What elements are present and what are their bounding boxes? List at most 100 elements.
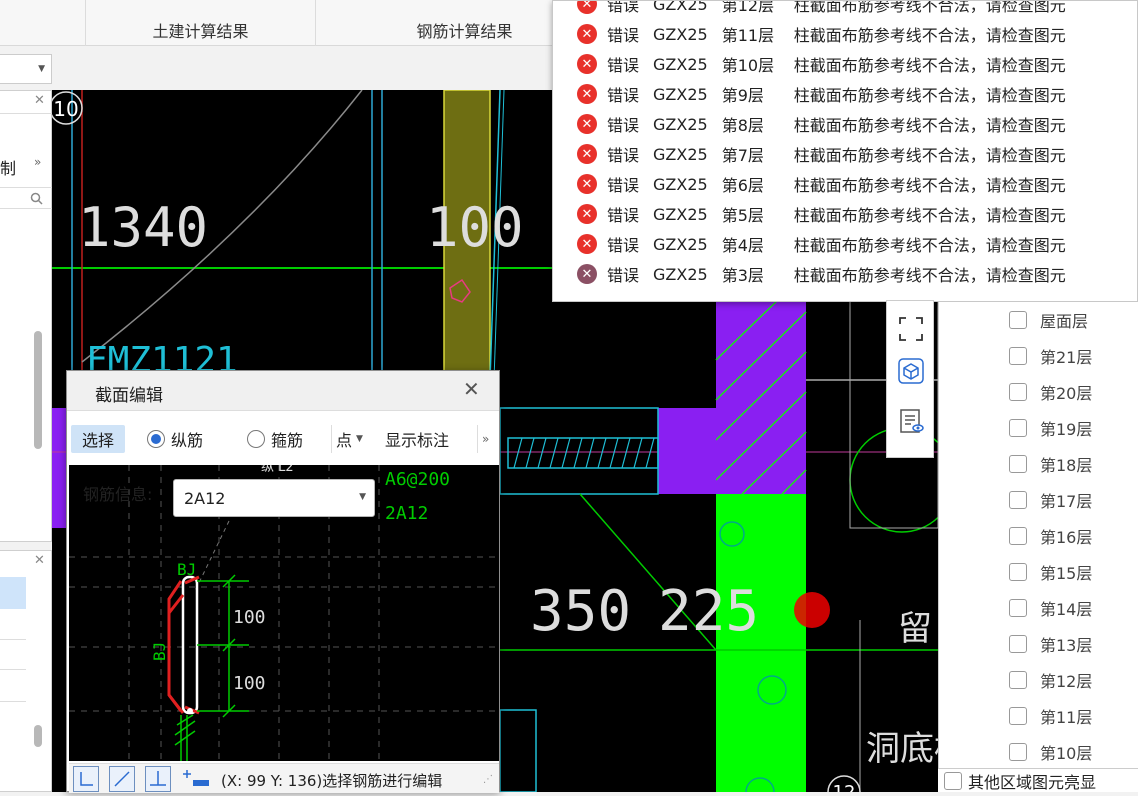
floor-label: 第19层 bbox=[1040, 420, 1093, 439]
close-icon[interactable]: ✕ bbox=[34, 93, 45, 108]
floor-checkbox[interactable] bbox=[1009, 743, 1027, 761]
floor-item[interactable]: 第12层 bbox=[1009, 668, 1092, 692]
highlight-other-areas[interactable]: 其他区域图元亮显 bbox=[938, 768, 1138, 792]
message-row[interactable]: ✕ 错误 GZX25 第4层 柱截面布筋参考线不合法，请检查图元 bbox=[577, 229, 1080, 259]
message-row[interactable]: ✕ 错误 GZX25 第3层 柱截面布筋参考线不合法，请检查图元 bbox=[577, 259, 1080, 289]
error-icon: ✕ bbox=[577, 174, 597, 194]
floor-checkbox[interactable] bbox=[1009, 311, 1027, 329]
floor-label: 第20层 bbox=[1040, 384, 1093, 403]
corner-snap-icon[interactable] bbox=[73, 766, 99, 792]
list-item-selected[interactable] bbox=[0, 577, 26, 609]
floor-item[interactable]: 第20层 bbox=[1009, 380, 1092, 404]
dim-1340: 1340 bbox=[78, 196, 208, 259]
error-icon: ✕ bbox=[577, 144, 597, 164]
floor-item[interactable]: 第10层 bbox=[1009, 740, 1092, 764]
floor-checkbox[interactable] bbox=[1009, 419, 1027, 437]
error-icon: ✕ bbox=[577, 24, 597, 44]
message-row[interactable]: ✕ 错误 GZX25 第12层 柱截面布筋参考线不合法，请检查图元 bbox=[577, 0, 1080, 19]
message-row[interactable]: ✕ 错误 GZX25 第11层 柱截面布筋参考线不合法，请检查图元 bbox=[577, 19, 1080, 49]
message-row[interactable]: ✕ 错误 GZX25 第9层 柱截面布筋参考线不合法，请检查图元 bbox=[577, 79, 1080, 109]
message-row[interactable]: ✕ 错误 GZX25 第8层 柱截面布筋参考线不合法，请检查图元 bbox=[577, 109, 1080, 139]
error-icon: ✕ bbox=[577, 114, 597, 134]
tab-civil-label: 土建计算结果 bbox=[152, 22, 249, 41]
more-icon[interactable]: » bbox=[477, 425, 489, 453]
floor-checkbox[interactable] bbox=[1009, 527, 1027, 545]
message-level: 错误 bbox=[607, 56, 640, 75]
show-label-button[interactable]: 显示标注 bbox=[385, 425, 449, 453]
tab-partial[interactable] bbox=[0, 0, 86, 46]
expand-icon[interactable]: » bbox=[34, 155, 41, 169]
rebar-info-value: 2A12 bbox=[184, 488, 226, 508]
message-id: GZX25 bbox=[653, 234, 708, 254]
floor-checkbox[interactable] bbox=[1009, 347, 1027, 365]
message-id: GZX25 bbox=[653, 84, 708, 104]
dialog-title: 截面编辑 bbox=[95, 386, 163, 406]
rebar-info-select[interactable]: 2A12 ▼ bbox=[173, 479, 375, 517]
floor-checkbox[interactable] bbox=[1009, 707, 1027, 725]
close-icon[interactable]: ✕ bbox=[463, 377, 480, 401]
message-level: 错误 bbox=[607, 146, 640, 165]
message-level: 错误 bbox=[607, 266, 640, 285]
bj-top-label: BJ bbox=[177, 560, 196, 579]
floor-item[interactable]: 第21层 bbox=[1009, 344, 1092, 368]
message-row[interactable]: ✕ 错误 GZX25 第6层 柱截面布筋参考线不合法，请检查图元 bbox=[577, 169, 1080, 199]
fullscreen-icon[interactable] bbox=[895, 313, 927, 345]
floor-item[interactable]: 屋面层 bbox=[1009, 308, 1088, 332]
floor-checkbox[interactable] bbox=[1009, 455, 1027, 473]
floor-item[interactable]: 第15层 bbox=[1009, 560, 1092, 584]
message-floor: 第10层 bbox=[721, 56, 775, 75]
floor-checkbox[interactable] bbox=[1009, 491, 1027, 509]
left-panel-lower: ✕ bbox=[0, 550, 52, 792]
floor-checkbox[interactable] bbox=[1009, 671, 1027, 689]
radio-stirrup[interactable]: 箍筋 bbox=[247, 425, 303, 453]
floor-item[interactable]: 第14层 bbox=[1009, 596, 1092, 620]
floor-item[interactable]: 第11层 bbox=[1009, 704, 1092, 728]
message-level: 错误 bbox=[607, 26, 640, 45]
perpendicular-icon[interactable] bbox=[145, 766, 171, 792]
dialog-titlebar[interactable]: 截面编辑 ✕ bbox=[67, 371, 499, 411]
message-text: 柱截面布筋参考线不合法，请检查图元 bbox=[793, 56, 1066, 75]
floor-item[interactable]: 第19层 bbox=[1009, 416, 1092, 440]
floor-checkbox[interactable] bbox=[1009, 635, 1027, 653]
message-row[interactable]: ✕ 错误 GZX25 第5层 柱截面布筋参考线不合法，请检查图元 bbox=[577, 199, 1080, 229]
list-view-icon[interactable] bbox=[895, 405, 927, 437]
floor-checkbox[interactable] bbox=[1009, 383, 1027, 401]
partial-label: 纵 L2 bbox=[261, 465, 294, 475]
floor-item[interactable]: 第16层 bbox=[1009, 524, 1092, 548]
point-dropdown[interactable]: 点 ▼ bbox=[331, 425, 363, 453]
floor-item[interactable]: 第17层 bbox=[1009, 488, 1092, 512]
message-row[interactable]: ✕ 错误 GZX25 第7层 柱截面布筋参考线不合法，请检查图元 bbox=[577, 139, 1080, 169]
message-text: 柱截面布筋参考线不合法，请检查图元 bbox=[793, 116, 1066, 135]
message-id: GZX25 bbox=[653, 24, 708, 44]
left-combo[interactable]: ▼ bbox=[0, 54, 52, 84]
diagonal-snap-icon[interactable] bbox=[109, 766, 135, 792]
floor-item[interactable]: 第18层 bbox=[1009, 452, 1092, 476]
floor-checkbox[interactable] bbox=[1009, 599, 1027, 617]
search-box[interactable] bbox=[0, 187, 52, 209]
floor-checkbox[interactable] bbox=[1009, 563, 1027, 581]
message-floor: 第6层 bbox=[721, 176, 764, 195]
cube-view-icon[interactable] bbox=[895, 355, 927, 387]
error-icon: ✕ bbox=[577, 204, 597, 224]
floor-item[interactable]: 第13层 bbox=[1009, 632, 1092, 656]
add-point-icon[interactable] bbox=[181, 766, 221, 792]
highlight-checkbox[interactable] bbox=[944, 771, 962, 790]
scrollbar[interactable] bbox=[34, 331, 42, 449]
message-id: GZX25 bbox=[653, 0, 708, 14]
message-level: 错误 bbox=[607, 206, 640, 225]
message-floor: 第3层 bbox=[721, 266, 764, 285]
radio-longitudinal[interactable]: 纵筋 bbox=[147, 425, 203, 453]
dim-225: 225 bbox=[658, 579, 759, 644]
message-id: GZX25 bbox=[653, 144, 708, 164]
note-text: 留 bbox=[898, 609, 932, 649]
bj-left-label: BJ bbox=[150, 642, 169, 661]
close-icon[interactable]: ✕ bbox=[34, 553, 45, 568]
message-row[interactable]: ✕ 错误 GZX25 第10层 柱截面布筋参考线不合法，请检查图元 bbox=[577, 49, 1080, 79]
scrollbar[interactable] bbox=[34, 725, 42, 747]
floor-label: 屋面层 bbox=[1040, 312, 1089, 331]
search-icon bbox=[30, 192, 43, 205]
message-floor: 第9层 bbox=[721, 86, 764, 105]
resize-grip-icon[interactable]: ⋰ bbox=[483, 774, 493, 785]
select-button[interactable]: 选择 bbox=[71, 425, 125, 453]
tab-civil-results[interactable]: 土建计算结果 bbox=[86, 0, 316, 46]
